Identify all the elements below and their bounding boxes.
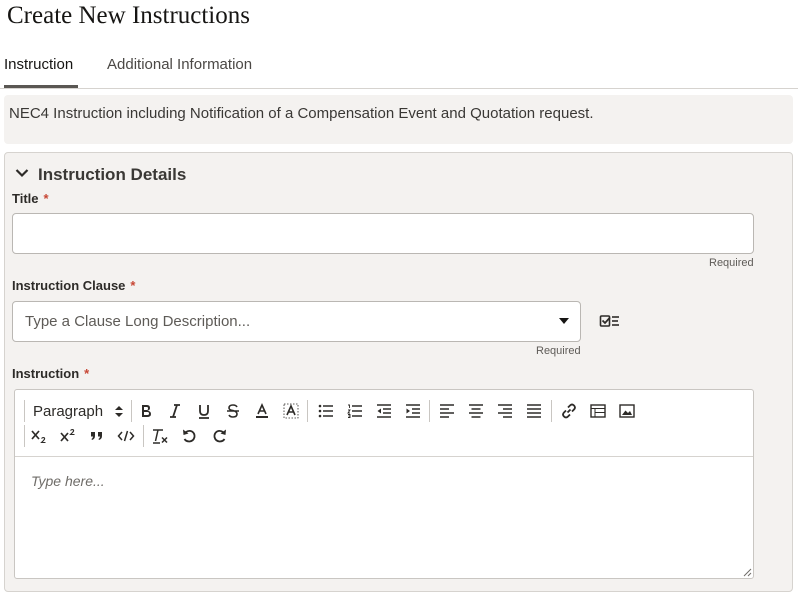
font-color-icon[interactable] bbox=[251, 400, 273, 422]
bold-icon[interactable] bbox=[135, 400, 157, 422]
toolbar-separator bbox=[429, 400, 430, 422]
blockquote-icon[interactable] bbox=[86, 425, 108, 447]
clause-label: Instruction Clause * bbox=[12, 278, 135, 293]
indent-icon[interactable] bbox=[402, 400, 424, 422]
subscript-icon[interactable] bbox=[28, 425, 50, 447]
editor-toolbar: Paragraph bbox=[15, 390, 753, 457]
instruction-label: Instruction * bbox=[12, 366, 89, 381]
title-helper-text: Required bbox=[709, 257, 754, 269]
align-center-icon[interactable] bbox=[465, 400, 487, 422]
required-indicator: * bbox=[43, 191, 49, 206]
align-right-icon[interactable] bbox=[494, 400, 516, 422]
toolbar-separator bbox=[307, 400, 308, 422]
italic-icon[interactable] bbox=[164, 400, 186, 422]
outdent-icon[interactable] bbox=[373, 400, 395, 422]
strikethrough-icon[interactable] bbox=[222, 400, 244, 422]
toolbar-separator bbox=[551, 400, 552, 422]
redo-icon[interactable] bbox=[209, 425, 231, 447]
toolbar-separator bbox=[131, 400, 132, 422]
toolbar-separator bbox=[24, 400, 25, 422]
instruction-details-panel: Instruction Details Title * Required Inst… bbox=[4, 152, 793, 592]
bulleted-list-icon[interactable] bbox=[315, 400, 337, 422]
caret-down-icon bbox=[559, 318, 569, 324]
checklist-icon[interactable] bbox=[599, 313, 621, 331]
page-title: Create New Instructions bbox=[7, 2, 250, 29]
image-icon[interactable] bbox=[616, 400, 638, 422]
justify-icon[interactable] bbox=[523, 400, 545, 422]
toolbar-separator bbox=[143, 425, 144, 447]
align-left-icon[interactable] bbox=[436, 400, 458, 422]
resize-grip-icon[interactable] bbox=[742, 567, 752, 577]
section-toggle[interactable]: Instruction Details bbox=[15, 165, 186, 185]
updown-arrows-icon bbox=[115, 406, 123, 417]
rich-text-editor: Paragraph Type here... bbox=[14, 389, 754, 579]
underline-icon[interactable] bbox=[193, 400, 215, 422]
chevron-down-icon bbox=[15, 165, 37, 185]
tab-additional-information[interactable]: Additional Information bbox=[107, 56, 252, 73]
section-title: Instruction Details bbox=[38, 165, 187, 184]
code-icon[interactable] bbox=[115, 425, 137, 447]
superscript-icon[interactable] bbox=[57, 425, 79, 447]
instruction-editor-body[interactable]: Type here... bbox=[15, 458, 753, 578]
undo-icon[interactable] bbox=[178, 425, 200, 447]
active-tab-indicator bbox=[4, 85, 78, 88]
numbered-list-icon[interactable] bbox=[344, 400, 366, 422]
clause-helper-text: Required bbox=[536, 345, 581, 357]
info-banner: NEC4 Instruction including Notification … bbox=[4, 95, 793, 144]
paragraph-format-value: Paragraph bbox=[33, 402, 104, 420]
clause-label-text: Instruction Clause bbox=[12, 278, 126, 293]
clause-placeholder: Type a Clause Long Description... bbox=[25, 313, 251, 330]
title-label-text: Title bbox=[12, 191, 39, 206]
title-input[interactable] bbox=[12, 213, 754, 254]
title-label: Title * bbox=[12, 191, 49, 206]
required-indicator: * bbox=[130, 278, 136, 293]
clear-format-icon[interactable] bbox=[149, 425, 171, 447]
link-icon[interactable] bbox=[558, 400, 580, 422]
table-icon[interactable] bbox=[587, 400, 609, 422]
highlight-icon[interactable] bbox=[280, 400, 302, 422]
toolbar-separator bbox=[24, 425, 25, 447]
paragraph-format-select[interactable]: Paragraph bbox=[33, 400, 127, 422]
tab-instruction[interactable]: Instruction bbox=[4, 56, 73, 73]
required-indicator: * bbox=[84, 366, 90, 381]
clause-select[interactable]: Type a Clause Long Description... bbox=[12, 301, 581, 342]
instruction-label-text: Instruction bbox=[12, 366, 80, 381]
editor-placeholder: Type here... bbox=[31, 473, 105, 489]
tab-bar: Instruction Additional Information bbox=[0, 52, 798, 89]
